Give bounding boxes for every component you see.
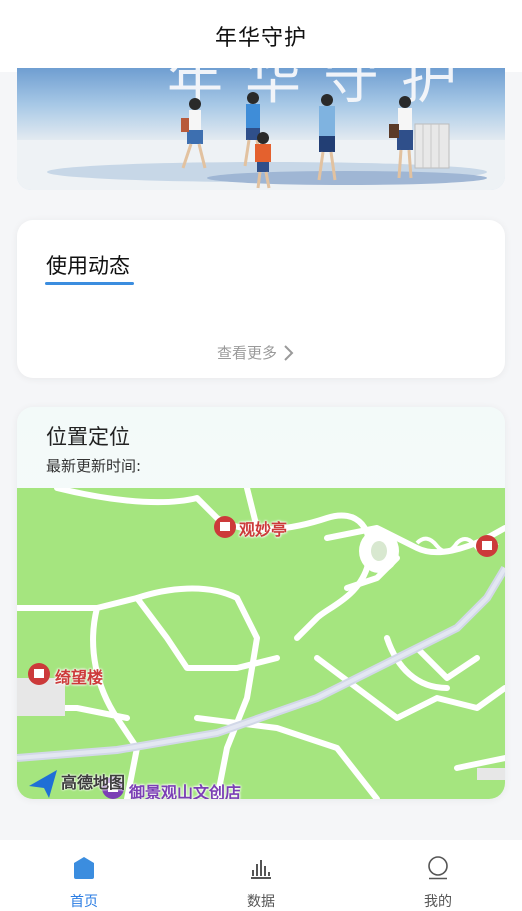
view-more-link[interactable]: 查看更多 (217, 342, 295, 363)
poi-marker-icon (28, 663, 50, 685)
profile-icon (428, 856, 448, 880)
last-update-label: 最新更新时间: (46, 457, 142, 475)
tab-mine[interactable]: 我的 (378, 840, 498, 911)
title-underline (45, 282, 134, 285)
amap-logo: 高德地图 (61, 773, 126, 792)
banner-image: 年华守护 (17, 68, 505, 190)
poi-marker-icon (214, 516, 236, 538)
home-icon (74, 857, 94, 879)
map-view[interactable]: 观妙亭 绮望楼 御景观山文创店 高德地图 (17, 488, 505, 799)
poi-label-guanmiaoting[interactable]: 观妙亭 (239, 516, 287, 540)
poi-label-qiwanglou[interactable]: 绮望楼 (55, 664, 103, 688)
chevron-right-icon (284, 344, 294, 361)
poi-label-yujingguanshan[interactable]: 御景观山文创店 (129, 779, 241, 799)
tab-data[interactable]: 数据 (201, 840, 321, 911)
location-title: 位置定位 (46, 425, 130, 449)
tab-home-label: 首页 (70, 894, 98, 910)
tab-home[interactable]: 首页 (24, 840, 144, 911)
bar-chart-icon (251, 860, 271, 879)
tab-data-label: 数据 (247, 894, 275, 910)
bottom-tab-bar: 首页 数据 我的 (0, 840, 522, 911)
poi-marker-icon (476, 535, 498, 557)
amap-logo-icon (29, 770, 57, 798)
usage-activity-title: 使用动态 (46, 254, 130, 278)
tab-mine-label: 我的 (424, 894, 452, 910)
banner-illustration (17, 92, 505, 190)
location-card: 位置定位 最新更新时间: 观妙亭 绮望楼 御景观山文创店 高德地图 (17, 407, 505, 799)
app-header: 年华守护 (0, 0, 522, 72)
view-more-label: 查看更多 (217, 344, 278, 362)
usage-activity-card: 使用动态 查看更多 (17, 220, 505, 378)
page-title: 年华守护 (214, 26, 307, 51)
